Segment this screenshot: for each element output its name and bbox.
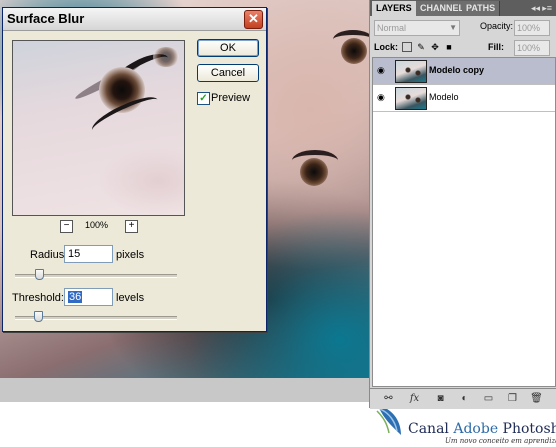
radius-unit: pixels [116,249,145,261]
brush-lock-icon[interactable]: ✎ [416,42,426,52]
cancel-button[interactable]: Cancel [197,64,259,82]
fx-icon[interactable]: fx [408,392,421,405]
surface-blur-dialog: Surface Blur ✕ − 100% + OK Cancel ✓ Prev… [2,7,267,332]
preview-label: Preview [211,92,251,104]
blend-mode-value: Normal [377,23,407,33]
eye-icon[interactable]: ◉ [377,92,387,102]
eye-icon[interactable]: ◉ [377,65,387,75]
layer-row[interactable]: ◉ Modelo [373,85,555,112]
layer-thumbnail [395,87,427,110]
watermark-tagline: Um novo conceito em aprendizado [445,437,556,445]
brand-suffix: Photoshop [502,421,556,437]
layer-name: Modelo copy [429,65,485,75]
adjustment-icon[interactable]: ◐ [458,392,471,405]
threshold-label: Threshold: [12,292,64,304]
lock-label: Lock: [374,42,399,52]
blend-mode-select[interactable]: Normal ▼ [374,20,460,36]
brand-prefix: Canal [408,421,454,437]
radius-slider-thumb[interactable] [35,269,45,280]
tab-paths[interactable]: PATHS [462,1,501,16]
preview-eye-edge [153,47,179,67]
layers-bottom-bar: ⚯ fx ◙ ◐ ▭ ❐ 🗑 [370,388,556,409]
trash-icon[interactable]: 🗑 [530,392,543,405]
layer-thumbnail [395,60,427,83]
tab-layers[interactable]: LAYERS [372,1,417,16]
watermark-brand: Canal Adobe Photoshop [408,421,556,437]
ok-button[interactable]: OK [197,39,259,57]
padlock-icon[interactable]: ■ [444,42,454,52]
brand-accent: Adobe [453,421,499,437]
canvas-pasteboard [0,378,370,402]
new-layer-icon[interactable]: ❐ [506,392,519,405]
chevron-down-icon: ▼ [449,23,457,32]
panel-tabs: LAYERS CHANNEL PATHS ◂◂ ▸≡ [370,0,556,16]
threshold-field[interactable]: 36 [64,288,113,306]
filter-preview[interactable] [12,40,185,216]
fill-label: Fill: [488,42,504,52]
lock-row: Lock: ✎ ✥ ■ Fill: 100% [374,40,554,56]
link-icon[interactable]: ⚯ [382,392,395,405]
opacity-label: Opacity: [480,21,514,31]
move-lock-icon[interactable]: ✥ [430,42,440,52]
zoom-level: 100% [85,220,109,230]
zoom-out-button[interactable]: − [60,220,73,233]
layers-panel: LAYERS CHANNEL PATHS ◂◂ ▸≡ Normal ▼ Opac… [369,0,556,445]
collapse-panel-icon[interactable]: ◂◂ [531,0,540,16]
blend-row: Normal ▼ Opacity: 100% [374,20,554,36]
threshold-value-selected: 36 [68,291,83,303]
canvas-eyelash-left [292,150,338,171]
dialog-title: Surface Blur [3,8,266,31]
close-icon[interactable]: ✕ [244,10,263,29]
panel-menu-icon[interactable]: ▸≡ [542,0,552,16]
transparency-lock-icon[interactable] [402,42,412,52]
layers-list: ◉ Modelo copy ◉ Modelo Canal Adobe Photo… [372,57,556,445]
radius-field[interactable]: 15 [64,245,113,263]
canvas-eyelash-right [333,30,370,49]
preview-checkbox[interactable]: ✓ [197,92,210,105]
zoom-in-button[interactable]: + [125,220,138,233]
group-icon[interactable]: ▭ [482,392,495,405]
opacity-field[interactable]: 100% [514,20,550,36]
threshold-unit: levels [116,292,145,304]
layer-name: Modelo [429,92,459,102]
radius-label: Radius: [30,249,68,261]
layer-row[interactable]: ◉ Modelo copy [373,58,555,85]
fill-field[interactable]: 100% [514,40,550,56]
threshold-slider-thumb[interactable] [33,311,43,322]
mask-icon[interactable]: ◙ [434,392,447,405]
